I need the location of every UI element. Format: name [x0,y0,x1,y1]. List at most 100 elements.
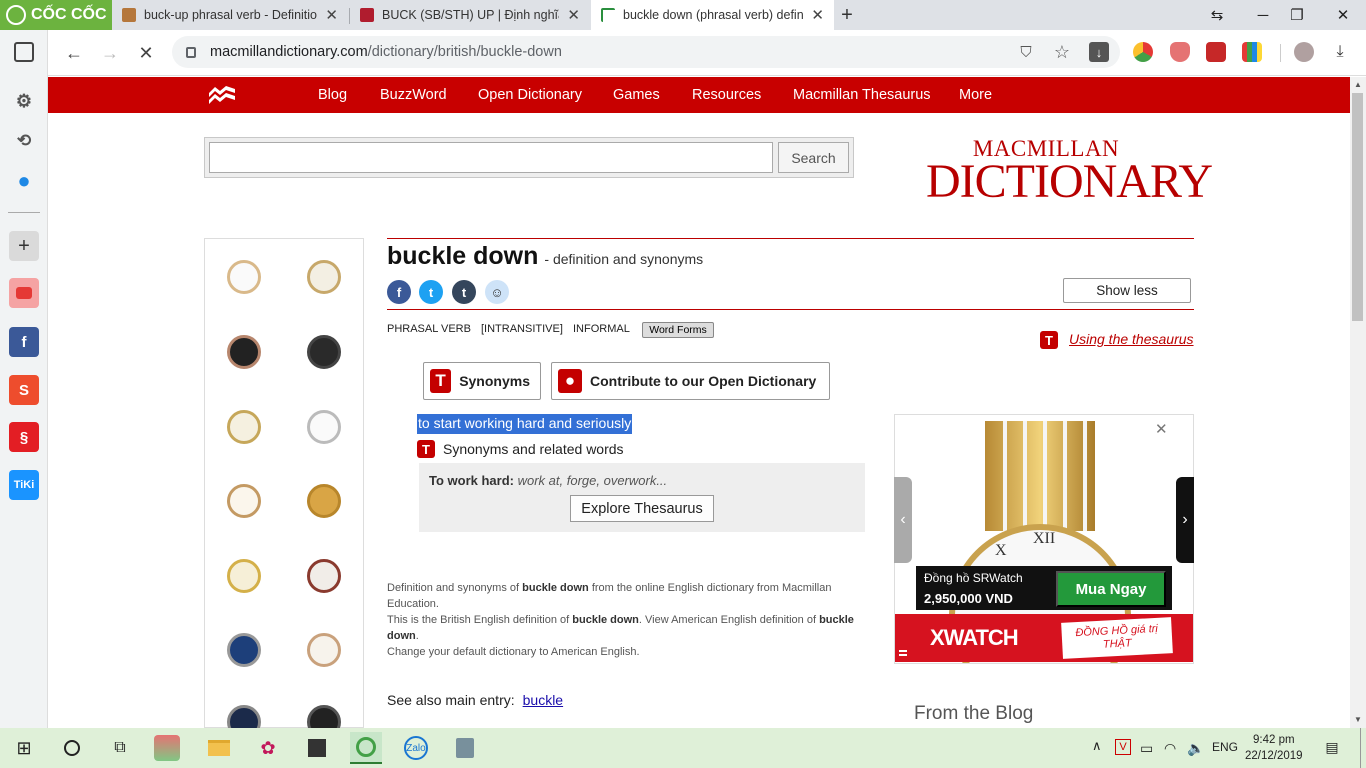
vietkey-icon[interactable]: V [1115,739,1131,755]
watch-image[interactable] [304,618,344,682]
tab-3-active[interactable]: buckle down (phrasal verb) definitio ✕ [591,0,834,30]
snip-icon[interactable] [449,732,481,764]
url-input[interactable]: macmillandictionary.com/dictionary/briti… [172,36,1120,68]
extension-colorful-icon[interactable] [1242,42,1262,62]
tab-1[interactable]: buck-up phrasal verb - Definition, p ✕ [112,0,348,30]
download-page-icon[interactable]: ↓ [1089,42,1109,62]
tab-close-icon[interactable]: ✕ [325,6,338,24]
clock[interactable]: 9:42 pm 22/12/2019 [1245,732,1303,764]
synonyms-related-heading: Synonyms and related words [443,441,624,457]
history-icon[interactable]: ⟲ [9,126,39,156]
clock-date: 22/12/2019 [1245,750,1303,762]
profile-avatar[interactable] [1294,42,1314,62]
sidebar-toggle-icon[interactable] [14,42,34,62]
app-icon[interactable] [154,735,180,761]
sticky-icon[interactable] [301,732,333,764]
taskview-icon[interactable]: ⧉ [104,732,136,764]
ad-menu-icon[interactable] [899,650,907,656]
tab-2[interactable]: BUCK (SB/STH) UP | Định nghĩa trong ✕ [350,0,590,30]
explorer-icon[interactable] [203,732,235,764]
watch-image[interactable] [304,395,344,459]
tray-expand-icon[interactable]: ∧ [1092,738,1102,754]
twitter-share-icon[interactable]: t [419,280,443,304]
shopee-icon[interactable]: S [9,375,39,405]
coccoc-icon[interactable] [350,732,382,764]
sendo-icon[interactable]: § [9,422,39,452]
reddit-share-icon[interactable]: ☺ [485,280,509,304]
settings-icon[interactable]: ⚙ [9,86,39,116]
watch-image[interactable] [224,245,264,309]
battery-icon[interactable]: ▭ [1140,740,1153,757]
ad-prev-icon[interactable]: ‹ [894,477,912,563]
start-icon[interactable]: ⊞ [8,732,40,764]
word-forms-button[interactable]: Word Forms [642,322,714,338]
search-button[interactable]: Search [778,142,849,173]
extension-shield-icon[interactable] [1170,42,1190,62]
explore-thesaurus-button[interactable]: Explore Thesaurus [570,495,714,522]
extension-red-icon[interactable] [1206,42,1226,62]
nav-resources[interactable]: Resources [692,77,761,113]
using-thesaurus-link[interactable]: Using the thesaurus [1069,331,1194,347]
tumblr-share-icon[interactable]: t [452,280,476,304]
search-icon[interactable] [56,732,88,764]
paint-icon[interactable]: ✿ [252,732,284,764]
zalo-icon[interactable]: Zalo [400,732,432,764]
facebook-icon[interactable]: f [9,327,39,357]
watch-image[interactable] [224,395,264,459]
ad-next-icon[interactable]: › [1176,477,1194,563]
scroll-down-icon[interactable]: ▼ [1352,713,1364,725]
macmillan-logo-icon[interactable] [208,85,236,105]
messenger-icon[interactable]: ● [9,166,39,196]
watch-image[interactable] [224,320,264,384]
tab-list-icon[interactable]: ⇆ [1194,0,1240,30]
synonyms-button[interactable]: T Synonyms [423,362,541,400]
restore-button[interactable]: ❐ [1274,0,1320,30]
coccoc-brand[interactable]: CỐC CỐC [0,0,112,30]
search-input[interactable] [209,142,773,173]
star-icon[interactable]: ☆ [1052,42,1072,62]
nav-buzzword[interactable]: BuzzWord [380,77,447,113]
nav-games[interactable]: Games [613,77,660,113]
watch-image[interactable] [304,469,344,533]
notifications-icon[interactable]: ▤ [1322,738,1342,756]
volume-icon[interactable]: 🔈 [1187,740,1204,757]
watch-image[interactable] [304,320,344,384]
watch-image[interactable] [224,618,264,682]
language-indicator[interactable]: ENG [1212,740,1238,754]
wifi-icon[interactable]: ◠ [1164,740,1176,757]
watch-image[interactable] [224,544,264,608]
nav-blog[interactable]: Blog [318,77,347,113]
watch-image[interactable] [224,469,264,533]
show-desktop-button[interactable] [1360,728,1366,768]
shield-icon[interactable]: ⛉ [1016,42,1036,62]
tab-close-icon[interactable]: ✕ [811,6,824,24]
show-less-button[interactable]: Show less [1063,278,1191,303]
contribute-button[interactable]: ● Contribute to our Open Dictionary [551,362,830,400]
nav-open-dictionary[interactable]: Open Dictionary [478,77,582,113]
add-icon[interactable]: + [9,231,39,261]
watch-image[interactable] [304,544,344,608]
synonyms-label: Synonyms [459,373,530,389]
tab-close-icon[interactable]: ✕ [567,6,580,24]
tiki-icon[interactable]: TiKi [9,470,39,500]
nav-macmillan-thesaurus[interactable]: Macmillan Thesaurus [793,77,931,113]
facebook-share-icon[interactable]: f [387,280,411,304]
scroll-up-icon[interactable]: ▲ [1352,78,1364,90]
stop-icon[interactable]: ✕ [131,38,161,68]
watch-image[interactable] [304,245,344,309]
close-window-button[interactable]: ✕ [1320,0,1366,30]
american-definition-link[interactable]: . View American English definition of [639,614,819,626]
macmillan-dictionary-logo[interactable]: MACMILLAN DICTIONARY [926,137,1213,206]
change-dictionary-link[interactable]: Change your default dictionary to Americ… [387,644,867,660]
new-tab-button[interactable]: + [834,0,860,30]
youtube-icon[interactable] [9,278,39,308]
extension-chrome-icon[interactable] [1133,42,1153,62]
back-icon[interactable]: ← [59,38,89,68]
ad-buy-button[interactable]: Mua Ngay [1056,571,1166,607]
forward-icon[interactable]: → [95,38,125,68]
see-also-link[interactable]: buckle [523,692,563,708]
ad-close-icon[interactable]: ✕ [1155,420,1168,438]
scrollbar-thumb[interactable] [1352,93,1363,321]
downloads-icon[interactable]: ⤓ [1330,42,1350,62]
nav-more[interactable]: More [959,77,992,113]
